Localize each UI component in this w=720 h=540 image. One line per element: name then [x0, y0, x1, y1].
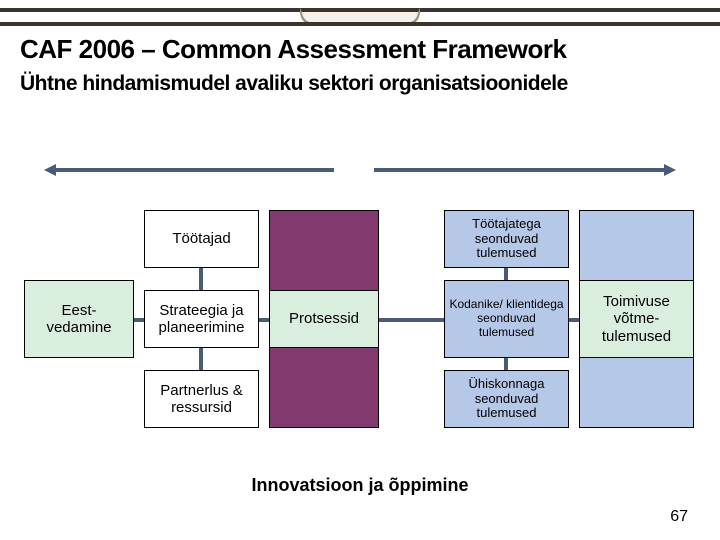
top-arrow-bar-left: [54, 168, 334, 172]
box-key-results: Toimivuse võtme-tulemused: [579, 280, 694, 358]
box-partnership: Partnerlus & ressursid: [144, 370, 259, 428]
box-leadership: Eest-vedamine: [24, 280, 134, 358]
top-arrow-bar-right: [374, 168, 666, 172]
box-citizen-results: Kodanike/ klientidega seonduvad tulemuse…: [444, 280, 569, 358]
innovation-label: Innovatsioon ja õppimine: [0, 475, 720, 496]
box-people-results: Töötajatega seonduvad tulemused: [444, 210, 569, 268]
box-people: Töötajad: [144, 210, 259, 268]
caf-diagram: Eest-vedamine Töötajad Strateegia ja pla…: [24, 160, 694, 450]
page-title: CAF 2006 – Common Assessment Framework: [20, 34, 700, 65]
top-arrow-end-icon: [664, 164, 676, 176]
page-number: 67: [670, 508, 688, 526]
decor-rule-bottom: [0, 22, 720, 26]
box-society-results: Ühiskonnaga seonduvad tulemused: [444, 370, 569, 428]
box-strategy: Strateegia ja planeerimine: [144, 290, 259, 348]
page-subtitle: Ühtne hindamismudel avaliku sektori orga…: [20, 72, 700, 96]
box-processes: Protsessid: [269, 290, 379, 348]
